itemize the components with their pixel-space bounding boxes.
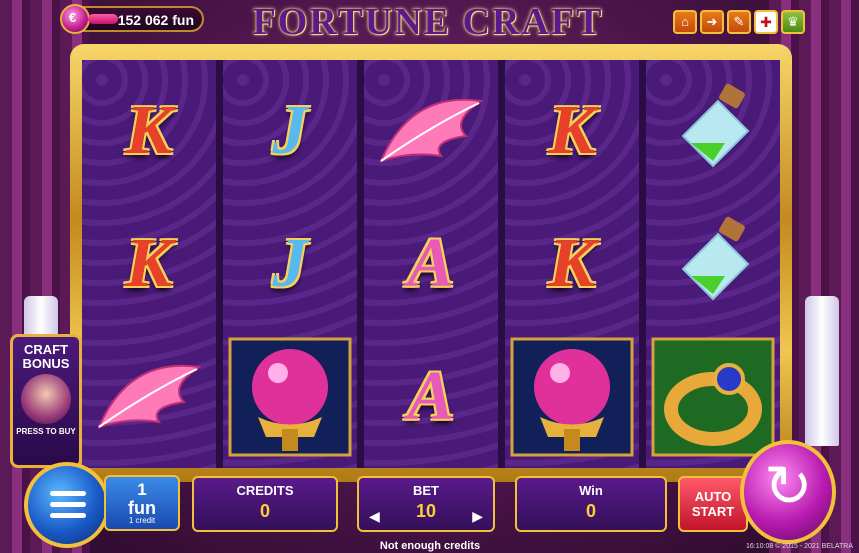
ring-icon: [646, 330, 780, 463]
reels-area: KKJJAAKK: [82, 60, 780, 468]
potion-icon: [646, 64, 780, 197]
craft-bonus-title: CRAFT BONUS: [22, 342, 70, 371]
win-panel: Win 0: [515, 476, 667, 532]
credits-value: 0: [259, 501, 270, 521]
symbol-k: K: [548, 91, 596, 169]
spin-arrow-icon: ↻: [764, 454, 813, 519]
balance-value: 152 062 fun: [117, 12, 194, 28]
left-candle: [24, 296, 58, 336]
reel-cell: K: [505, 64, 639, 197]
reel-4: KK: [505, 60, 639, 468]
coin-value: 1: [137, 480, 147, 499]
potion-icon: [646, 197, 780, 330]
reel-cell: K: [82, 64, 216, 197]
feather-icon: [82, 330, 216, 463]
right-candle: [805, 296, 839, 446]
hamburger-icon: [50, 491, 86, 524]
reel-cell: K: [82, 197, 216, 330]
reel-cell: A: [364, 197, 498, 330]
reel-cell: J: [223, 64, 357, 197]
symbol-k: K: [548, 224, 596, 302]
win-value: 0: [585, 501, 596, 521]
symbol-a: A: [407, 357, 455, 435]
reel-cell: K: [505, 197, 639, 330]
menu-button[interactable]: [24, 462, 110, 548]
symbol-j: J: [272, 224, 308, 302]
exit-icon[interactable]: ➜: [700, 10, 724, 34]
reel-1: KK: [82, 60, 216, 468]
coin-gem-icon: €: [60, 4, 90, 34]
home-icon[interactable]: ⌂: [673, 10, 697, 34]
bet-label: BET: [413, 483, 439, 498]
symbol-k: K: [125, 91, 173, 169]
reel-5: [646, 60, 780, 468]
craft-bonus-subtitle: PRESS TO BUY: [16, 427, 76, 436]
edit-icon[interactable]: ✎: [727, 10, 751, 34]
balance-bar: [88, 14, 118, 24]
symbol-a: A: [407, 224, 455, 302]
bet-decrease-icon[interactable]: ◀: [369, 508, 380, 525]
craft-bonus-button[interactable]: CRAFT BONUS PRESS TO BUY: [10, 334, 82, 468]
balance-display: € 152 062 fun: [60, 4, 204, 34]
symbol-k: K: [125, 224, 173, 302]
credits-label: CREDITS: [236, 483, 294, 498]
feather-icon: [364, 64, 498, 197]
game-title: FORTUNE CRAFT: [252, 1, 604, 43]
status-message: Not enough credits: [379, 540, 481, 552]
bet-increase-icon[interactable]: ▶: [472, 508, 483, 525]
reel-cell: A: [364, 330, 498, 463]
coin-sub: 1 credit: [128, 516, 156, 525]
credits-panel: CREDITS 0: [192, 476, 338, 532]
crystal-ball-icon: [505, 330, 639, 463]
symbol-j: J: [272, 91, 308, 169]
footer-copyright: 16:10:08 © 2015 - 2021 BELATRA: [746, 543, 853, 550]
spin-button[interactable]: ↻: [740, 440, 836, 544]
coin-value-button[interactable]: 1 fun 1 credit: [104, 475, 180, 531]
top-bar: € 152 062 fun FORTUNE CRAFT ⌂ ➜ ✎ ✚ ♛: [0, 0, 859, 43]
sorceress-avatar: [21, 374, 71, 424]
reel-3: AA: [364, 60, 498, 468]
reel-cell: J: [223, 197, 357, 330]
autostart-button[interactable]: AUTO START: [678, 476, 748, 532]
trophy-icon[interactable]: ♛: [781, 10, 805, 34]
flag-uk-icon[interactable]: ✚: [754, 10, 778, 34]
coin-unit: fun: [128, 498, 156, 518]
bet-panel: BET 10 ◀ ▶: [357, 476, 495, 532]
crystal-ball-icon: [223, 330, 357, 463]
reel-2: JJ: [223, 60, 357, 468]
win-label: Win: [579, 483, 603, 498]
